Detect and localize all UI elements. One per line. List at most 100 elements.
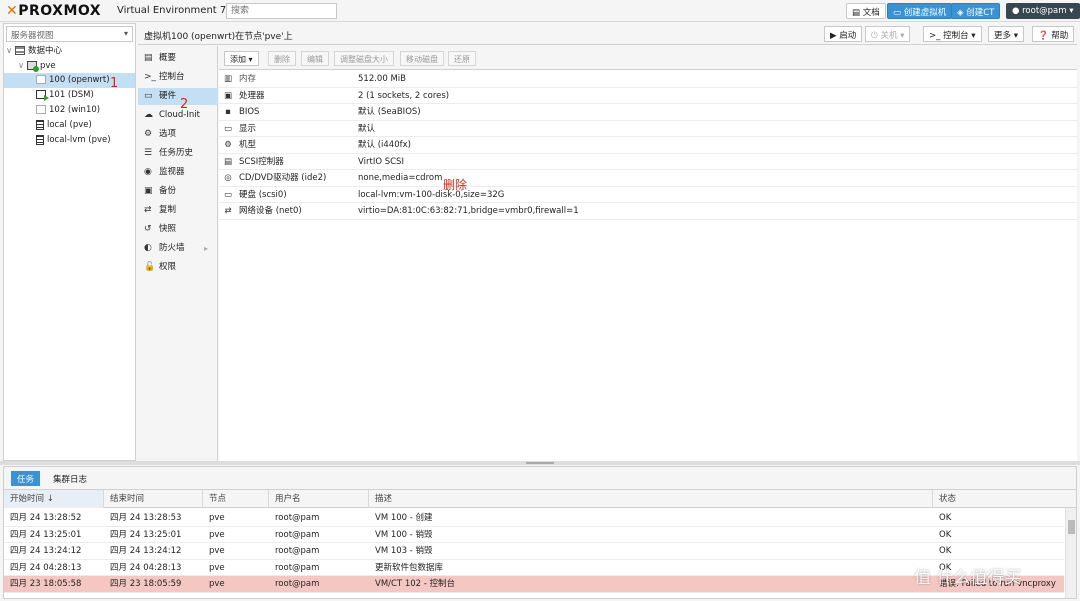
chevron-down-icon: ▾ [1069, 6, 1074, 16]
task-row[interactable]: 四月 24 13:28:52 四月 24 13:28:53 pve root@p… [4, 510, 1064, 527]
retweet-icon: ⇄ [144, 205, 152, 215]
submenu-console[interactable]: >_ 控制台 [138, 69, 218, 86]
chevron-down-icon: ▾ [248, 55, 253, 64]
task-row[interactable]: 四月 24 13:24:12 四月 24 13:24:12 pve root@p… [4, 543, 1064, 560]
power-icon: ⏻ [871, 31, 878, 41]
terminal-icon: >_ [929, 31, 941, 41]
more-button[interactable]: 更多 ▾ [988, 26, 1024, 42]
user-menu-button[interactable]: ● root@pam ▾ [1006, 3, 1080, 19]
task-row-error[interactable]: 四月 23 18:05:58 四月 23 18:05:59 pve root@p… [4, 576, 1064, 593]
microchip-icon: ▪ [225, 107, 231, 117]
submenu-replication[interactable]: ⇄ 复制 [138, 202, 218, 219]
hardware-row-network[interactable]: ⇄ 网络设备 (net0) virtio=DA:81:0C:63:82:71,bri… [219, 203, 1077, 220]
column-start-time[interactable]: 开始时间 ↓ [4, 490, 104, 508]
book-icon: ▤ [852, 8, 861, 18]
hardware-row-display[interactable]: ▭ 显示 默认 [219, 121, 1077, 137]
hardware-row-hard-disk[interactable]: ▭ 硬盘 (scsi0) local-lvm:vm-100-disk-0,size=… [219, 187, 1077, 203]
remove-button[interactable]: 删除 [268, 51, 296, 66]
cdrom-icon: ◎ [224, 173, 232, 183]
add-button[interactable]: 添加 ▾ [224, 51, 259, 66]
watermark: 值 什么值得买 [914, 568, 1022, 588]
annotation-number-one: 1 [110, 76, 119, 91]
submenu-permissions[interactable]: 🔓 权限 [138, 259, 218, 276]
hardware-panel: 添加 ▾ 删除 编辑 调整磁盘大小 移动磁盘 还原 ▥ 内存 512.00 MiB … [219, 46, 1077, 461]
hardware-row-memory[interactable]: ▥ 内存 512.00 MiB [219, 71, 1077, 88]
hardware-row-machine[interactable]: ⚙ 机型 默认 (i440fx) [219, 137, 1077, 154]
tree-item-datacenter[interactable]: ∨ 数据中心 [6, 44, 135, 59]
column-end-time[interactable]: 结束时间 [104, 490, 203, 508]
submenu-hardware[interactable]: ▭ 硬件 [138, 88, 218, 105]
gear-icon: ⚙ [144, 129, 153, 139]
tree-item-storage-local-lvm[interactable]: local-lvm (pve) [36, 133, 135, 148]
docs-button[interactable]: ▤ 文档 [846, 3, 886, 19]
tree-item-vm-101[interactable]: 101 (DSM) [36, 88, 135, 103]
datacenter-icon [14, 46, 25, 55]
create-vm-button[interactable]: ▭ 创建虚拟机 [887, 3, 953, 19]
vm-icon [36, 105, 46, 114]
task-row[interactable]: 四月 24 04:28:13 四月 24 04:28:13 pve root@p… [4, 559, 1064, 576]
desktop-icon: ▭ [223, 123, 233, 134]
running-vm-icon [36, 90, 49, 101]
search-input[interactable] [226, 3, 337, 19]
storage-icon [36, 119, 44, 130]
hardware-row-scsi-controller[interactable]: ▤ SCSI控制器 VirtIO SCSI [219, 154, 1077, 170]
list-icon: ☰ [144, 148, 153, 158]
revert-button[interactable]: 还原 [448, 51, 476, 66]
create-ct-button[interactable]: ◈ 创建CT [951, 3, 1001, 19]
shutdown-button[interactable]: ⏻ 关机 ▾ [865, 26, 911, 42]
column-node[interactable]: 节点 [203, 490, 269, 508]
scrollbar-thumb[interactable] [1068, 520, 1075, 534]
start-button[interactable]: ▶ 启动 [824, 26, 863, 42]
edit-button[interactable]: 编辑 [301, 51, 329, 66]
hardware-row-processor[interactable]: ▣ 处理器 2 (1 sockets, 2 cores) [219, 88, 1077, 104]
tree-item-vm-102[interactable]: 102 (win10) [36, 103, 135, 118]
splitter-grip[interactable] [526, 462, 554, 464]
shield-icon: ◐ [144, 243, 152, 253]
cpu-icon: ▣ [223, 90, 233, 101]
submenu-cloud-init[interactable]: ☁ Cloud-Init [138, 107, 218, 124]
tree-item-pve[interactable]: ∨ pve [18, 59, 135, 74]
help-icon: ❓ [1038, 31, 1049, 41]
task-row[interactable]: 四月 24 13:25:01 四月 24 13:25:01 pve root@p… [4, 526, 1064, 543]
monitor-icon: ▭ [144, 91, 153, 101]
hardware-toolbar: 添加 ▾ 删除 编辑 调整磁盘大小 移动磁盘 还原 [219, 46, 1077, 70]
eye-icon: ◉ [144, 167, 152, 177]
console-button[interactable]: >_ 控制台 ▾ [923, 26, 982, 42]
database-icon: ▤ [223, 156, 233, 167]
book-icon: ▤ [144, 53, 153, 63]
chevron-right-icon: ▸ [203, 244, 208, 253]
column-description[interactable]: 描述 [369, 490, 933, 508]
hdd-icon: ▭ [223, 189, 233, 200]
proxmox-logo[interactable]: ✕PROXMOX [6, 3, 101, 19]
submenu-snapshots[interactable]: ↺ 快照 [138, 221, 218, 238]
tab-cluster-log[interactable]: 集群日志 [47, 471, 93, 486]
play-icon: ▶ [830, 31, 837, 41]
task-log-tabs: 任务 集群日志 [4, 467, 1076, 490]
task-table-header: 开始时间 ↓ 结束时间 节点 用户名 描述 状态 [4, 490, 1076, 508]
submenu-firewall[interactable]: ◐ 防火墙 ▸ [138, 240, 218, 257]
submenu-summary[interactable]: ▤ 概要 [138, 50, 218, 67]
move-disk-button[interactable]: 移动磁盘 [400, 51, 444, 66]
help-button[interactable]: ❓ 帮助 [1032, 26, 1075, 42]
tree-item-storage-local[interactable]: local (pve) [36, 118, 135, 133]
unlock-icon: 🔓 [144, 262, 156, 272]
resize-disk-button[interactable]: 调整磁盘大小 [334, 51, 394, 66]
submenu-task-history[interactable]: ☰ 任务历史 [138, 145, 218, 162]
submenu-monitor[interactable]: ◉ 监视器 [138, 164, 218, 181]
view-select[interactable]: 服务器视图 ▾ [6, 26, 133, 42]
annotation-delete: 删除 [443, 178, 468, 192]
storage-icon [36, 134, 44, 145]
submenu-backup[interactable]: ▣ 备份 [138, 183, 218, 200]
column-user[interactable]: 用户名 [269, 490, 369, 508]
hardware-row-cdrom[interactable]: ◎ CD/DVD驱动器 (ide2) none,media=cdrom [219, 170, 1077, 187]
tab-tasks[interactable]: 任务 [11, 471, 41, 486]
task-log-scrollbar[interactable] [1065, 508, 1076, 598]
column-status[interactable]: 状态 [933, 490, 1076, 508]
submenu-options[interactable]: ⚙ 选项 [138, 126, 218, 143]
chevron-down-icon: ▾ [971, 31, 976, 41]
vm-submenu: ▤ 概要 >_ 控制台 ▭ 硬件 ☁ Cloud-Init ⚙ 选项 ☰ 任务历史 ◉ 监视器… [138, 46, 218, 461]
terminal-icon: >_ [144, 72, 157, 82]
cogs-icon: ⚙ [224, 140, 232, 150]
hardware-row-bios[interactable]: ▪ BIOS 默认 (SeaBIOS) [219, 104, 1077, 121]
exchange-icon: ⇄ [224, 206, 232, 216]
